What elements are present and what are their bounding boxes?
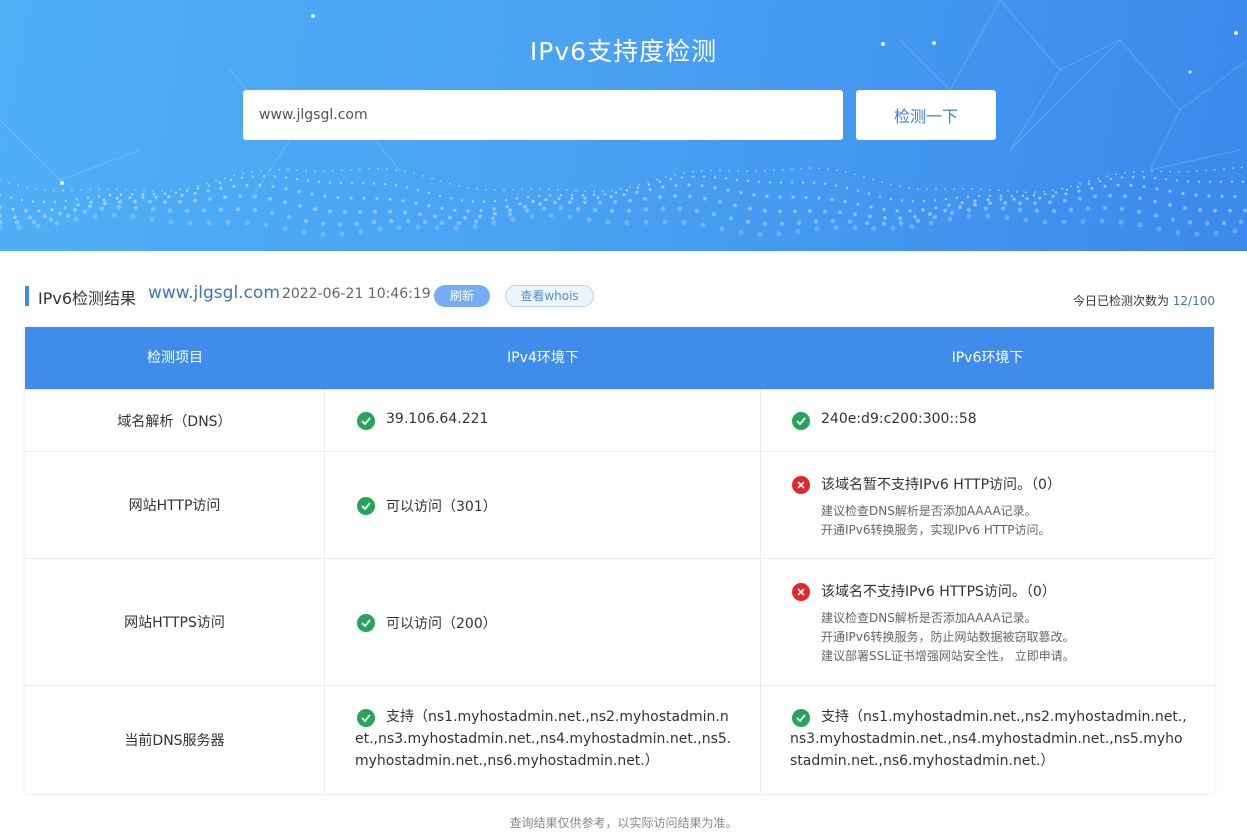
row-item-dns: 域名解析（DNS） [25, 390, 325, 451]
ipv6-cell: 支持（ns1.myhostadmin.net.,ns2.myhostadmin.… [761, 686, 1214, 793]
result-timestamp: 2022-06-21 10:46:19 [282, 286, 431, 302]
ipv4-cell: 可以访问（200） [325, 559, 761, 685]
ipv6-dns-result: 240e:d9:c200:300::58 [821, 411, 977, 427]
domain-search-input[interactable] [243, 90, 843, 140]
result-header: IPv6检测结果 www.jlgsgl.com 2022-06-21 10:46… [25, 283, 1215, 309]
ipv4-dns-result: 39.106.64.221 [386, 411, 489, 427]
result-label: IPv6检测结果 [38, 289, 137, 308]
result-table: 检测项目 IPv4环境下 IPv6环境下 域名解析（DNS） 39.106.64… [25, 327, 1214, 793]
table-row: 域名解析（DNS） 39.106.64.221 240e:d9:c200:300… [25, 389, 1214, 451]
hero-banner: IPv6支持度检测 检测一下 [0, 0, 1247, 251]
row-item-https: 网站HTTPS访问 [25, 559, 325, 685]
ipv4-cell: 39.106.64.221 [325, 390, 761, 451]
header-ipv6: IPv6环境下 [951, 350, 1024, 366]
ipv4-http-result: 可以访问（301） [386, 499, 497, 515]
ipv6-http-result: 该域名暂不支持IPv6 HTTP访问。（0） [821, 477, 1061, 493]
ipv4-https-result: 可以访问（200） [386, 616, 497, 632]
success-check-icon [792, 412, 810, 430]
ipv6-https-suggestion: 建议部署SSL证书增强网站安全性， 立即申请。 [821, 649, 1075, 663]
ipv6-http-suggestion: 开通IPv6转换服务，实现IPv6 HTTP访问。 [821, 523, 1051, 537]
table-row: 网站HTTP访问 可以访问（301） 该域名暂不支持IPv6 HTTP访问。（0… [25, 451, 1214, 558]
accent-bar [25, 286, 29, 306]
error-x-icon [792, 583, 810, 601]
page-title: IPv6支持度检测 [529, 37, 718, 66]
quota-label: 今日已检测次数为 [1072, 294, 1169, 308]
table-row: 当前DNS服务器 支持（ns1.myhostadmin.net.,ns2.myh… [25, 685, 1214, 793]
disclaimer-note: 查询结果仅供参考，以实际访问结果为准。 [509, 816, 738, 830]
error-x-icon [792, 476, 810, 494]
ipv6-https-suggestion: 建议检查DNS解析是否添加AAAA记录。 [821, 611, 1037, 625]
ipv6-cell: 该域名不支持IPv6 HTTPS访问。（0） 建议检查DNS解析是否添加AAAA… [761, 559, 1214, 685]
ipv6-dns-servers: 支持（ns1.myhostadmin.net.,ns2.myhostadmin.… [790, 709, 1187, 769]
success-check-icon [357, 614, 375, 632]
ipv6-https-result: 该域名不支持IPv6 HTTPS访问。（0） [821, 584, 1056, 600]
ipv6-cell: 240e:d9:c200:300::58 [761, 390, 1214, 451]
check-button[interactable]: 检测一下 [856, 90, 996, 140]
ipv6-cell: 该域名暂不支持IPv6 HTTP访问。（0） 建议检查DNS解析是否添加AAAA… [761, 452, 1214, 558]
table-row: 网站HTTPS访问 可以访问（200） 该域名不支持IPv6 HTTPS访问。（… [25, 558, 1214, 685]
header-item: 检测项目 [147, 350, 203, 366]
ipv4-dns-servers: 支持（ns1.myhostadmin.net.,ns2.myhostadmin.… [355, 709, 732, 769]
refresh-button[interactable]: 刷新 [434, 285, 490, 307]
quota-count: 12/100 [1172, 294, 1215, 308]
ipv6-https-suggestion: 开通IPv6转换服务，防止网站数据被窃取篡改。 [821, 630, 1075, 644]
success-check-icon [357, 497, 375, 515]
ipv6-http-suggestion: 建议检查DNS解析是否添加AAAA记录。 [821, 504, 1037, 518]
daily-quota: 今日已检测次数为 12/100 [1073, 292, 1215, 309]
ipv4-cell: 可以访问（301） [325, 452, 761, 558]
row-item-http: 网站HTTP访问 [25, 452, 325, 558]
table-header: 检测项目 IPv4环境下 IPv6环境下 [25, 327, 1214, 389]
success-check-icon [357, 412, 375, 430]
header-ipv4: IPv4环境下 [507, 350, 579, 366]
whois-button[interactable]: 查看whois [505, 285, 594, 307]
ipv4-cell: 支持（ns1.myhostadmin.net.,ns2.myhostadmin.… [325, 686, 761, 793]
row-item-dns-server: 当前DNS服务器 [25, 686, 325, 793]
result-domain: www.jlgsgl.com [148, 283, 280, 303]
